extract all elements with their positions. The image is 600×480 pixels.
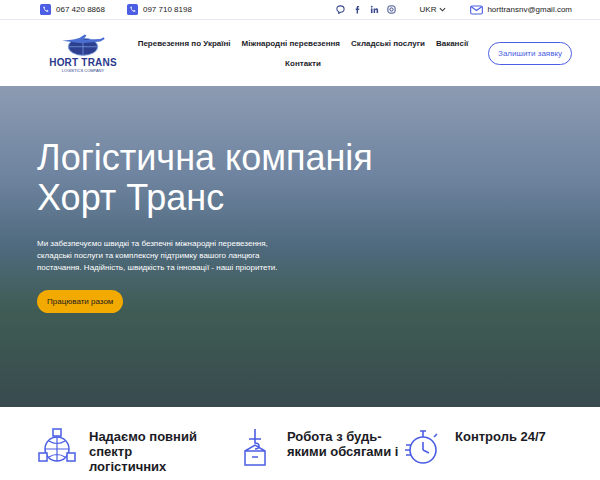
crane-hook-icon [235, 427, 275, 467]
feature-item: Робота з будь-якими обсягами і [235, 427, 403, 474]
phone-number: 067 420 8868 [56, 5, 105, 14]
top-bar-right: UKR horttransnv@gmail.com [336, 5, 572, 15]
globe-plane-logo-icon [57, 33, 109, 57]
features: Надаємо повний спектр логістичних Робота … [0, 407, 600, 474]
nav-item[interactable]: Міжнародні перевезення [242, 39, 340, 48]
phone-icon [127, 4, 138, 15]
main-nav: Перевезення по Україні Міжнародні перевез… [118, 39, 488, 68]
hero: Логістична компанія Хорт Транс Ми забезпе… [0, 86, 600, 407]
feature-title: Контроль 24/7 [455, 427, 546, 444]
envelope-icon [470, 5, 483, 15]
phone-link[interactable]: 097 710 8198 [127, 4, 192, 15]
hero-text: Ми забезпечуємо швидкі та безпечні міжна… [37, 238, 292, 274]
social-links [336, 5, 396, 14]
email-link[interactable]: horttransnv@gmail.com [470, 5, 572, 15]
nav-item[interactable]: Складські послуги [351, 39, 425, 48]
nav-item[interactable]: Контакти [285, 59, 321, 68]
feature-title: Робота з будь-якими обсягами і [287, 427, 403, 459]
stopwatch-icon [403, 427, 443, 467]
email-address: horttransnv@gmail.com [487, 5, 572, 14]
feature-title: Надаємо повний спектр логістичних [89, 427, 207, 474]
phone-link[interactable]: 067 420 8868 [40, 4, 105, 15]
language-selector[interactable]: UKR [420, 5, 447, 14]
language-label: UKR [420, 5, 437, 14]
facebook-icon[interactable] [353, 5, 362, 14]
work-together-button[interactable]: Працювати разом [37, 290, 123, 313]
feature-item: Надаємо повний спектр логістичних [37, 427, 235, 474]
logo[interactable]: HORT TRANSLOGISTICS COMPANY [48, 33, 118, 73]
feature-item: Контроль 24/7 [403, 427, 580, 474]
instagram-icon[interactable] [387, 5, 396, 14]
phone-number: 097 710 8198 [143, 5, 192, 14]
logo-tagline: LOGISTICS COMPANY [62, 68, 104, 73]
request-button[interactable]: Залишити заявку [488, 42, 572, 65]
globe-boxes-icon [37, 427, 77, 467]
logo-name: HORT TRANS [49, 57, 117, 68]
caret-down-icon [439, 7, 446, 12]
phone-list: 067 420 8868 097 710 8198 [40, 4, 192, 15]
nav-item[interactable]: Вакансії [436, 39, 468, 48]
nav-item[interactable]: Перевезення по Україні [138, 39, 231, 48]
viber-icon[interactable] [336, 5, 345, 14]
page: 067 420 8868 097 710 8198 UKR horttransnv@g… [0, 0, 600, 480]
linkedin-icon[interactable] [370, 5, 379, 14]
hero-title: Логістична компанія Хорт Транс [37, 138, 457, 218]
phone-icon [40, 4, 51, 15]
header: HORT TRANSLOGISTICS COMPANYПеревезення п… [0, 20, 600, 86]
top-bar: 067 420 8868 097 710 8198 UKR horttransnv@g… [0, 0, 600, 20]
